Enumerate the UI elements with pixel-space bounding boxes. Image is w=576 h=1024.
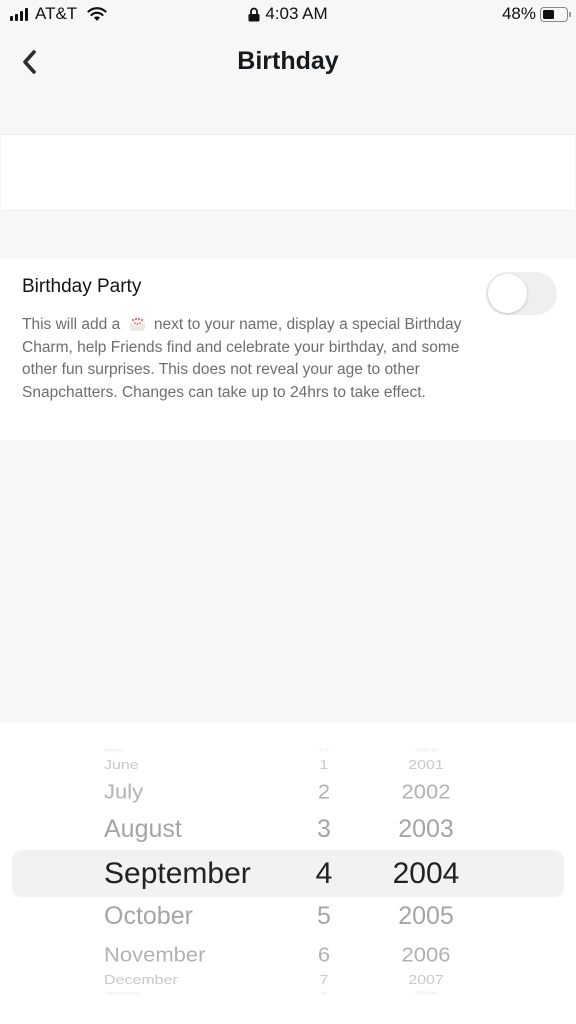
status-center: 4:03 AM [0,4,576,24]
birthday-display-field [1,134,575,211]
lock-icon [248,7,260,21]
day-option[interactable]: 7 [300,974,348,988]
year-option[interactable]: 2000 [378,748,474,753]
description-part-1: This will add a [22,316,121,333]
day-wheel[interactable]: 31 1 2 3 4 5 6 7 8 [300,723,348,1024]
month-option[interactable]: July [104,780,304,804]
month-option[interactable]: August [104,815,304,844]
month-wheel[interactable]: May June July August September October N… [104,723,304,1024]
day-selected[interactable]: 4 [300,857,348,891]
year-option[interactable]: 2001 [378,759,474,773]
day-option[interactable]: 5 [300,902,348,931]
year-option[interactable]: 2007 [378,974,474,988]
date-picker[interactable]: May June July August September October N… [0,723,576,1024]
battery-fill [543,9,554,19]
day-option[interactable]: 8 [300,991,348,996]
year-option[interactable]: 2006 [378,943,474,967]
day-option[interactable]: 2 [300,780,348,804]
month-option[interactable]: May [104,748,304,753]
month-option[interactable]: November [104,943,304,967]
nav-header: Birthday [0,36,576,88]
year-wheel[interactable]: 2000 2001 2002 2003 2004 2005 2006 2007 … [378,723,474,1024]
month-option[interactable]: January [104,991,304,996]
month-option[interactable]: October [104,902,304,931]
day-option[interactable]: 31 [300,748,348,753]
page-title: Birthday [237,47,339,75]
battery-percent: 48% [501,4,536,23]
day-option[interactable]: 3 [300,815,348,844]
year-option[interactable]: 2005 [378,902,474,931]
month-option[interactable]: June [104,759,304,773]
birthday-cake-icon [129,318,145,331]
status-bar: AT&T 4:03 AM 48% [0,0,576,30]
clock: 4:03 AM [265,4,328,23]
birthday-party-toggle[interactable] [486,272,557,315]
birthday-party-description: This will add a next to your name, displ… [22,314,482,404]
status-right: 48% [501,4,571,24]
battery-icon [540,6,571,22]
toggle-knob [488,274,527,313]
year-option[interactable]: 2002 [378,780,474,804]
year-option[interactable]: 2003 [378,815,474,844]
birthday-party-title: Birthday Party [22,276,142,297]
day-option[interactable]: 6 [300,943,348,967]
year-option[interactable]: 2008 [378,991,474,996]
month-option[interactable]: December [104,974,304,988]
birthday-party-section: Birthday Party This will add a next to y… [0,259,576,440]
month-selected[interactable]: September [104,857,304,891]
year-selected[interactable]: 2004 [378,857,474,891]
day-option[interactable]: 1 [300,759,348,773]
